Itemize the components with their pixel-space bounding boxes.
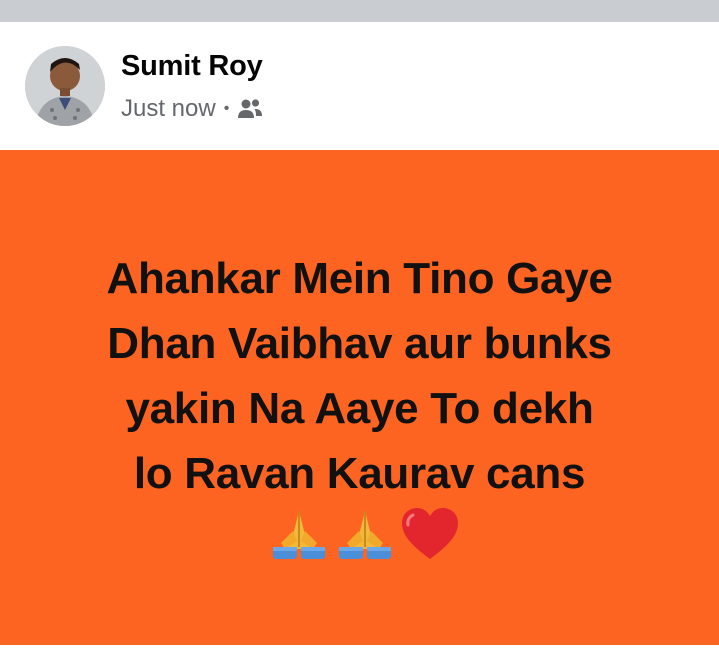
meta-separator: • bbox=[223, 100, 230, 117]
post-text-line: lo Ravan Kaurav cans bbox=[133, 449, 586, 498]
post-text-line: Dhan Vaibhav aur bunks bbox=[107, 319, 612, 368]
folded-hands-icon bbox=[267, 505, 331, 563]
post-text-line: yakin Na Aaye To dekh bbox=[125, 384, 594, 433]
top-divider bbox=[0, 0, 719, 22]
post-text-line: Ahankar Mein Tino Gaye bbox=[106, 254, 613, 303]
post-timestamp[interactable]: Just now bbox=[121, 95, 216, 123]
emoji-row bbox=[0, 505, 719, 563]
avatar[interactable] bbox=[25, 46, 105, 126]
post-meta: Just now • bbox=[121, 94, 263, 124]
red-heart-icon bbox=[399, 505, 461, 563]
folded-hands-icon bbox=[333, 505, 397, 563]
post-body: Ahankar Mein Tino Gaye Dhan Vaibhav aur … bbox=[0, 150, 719, 645]
author-name[interactable]: Sumit Roy bbox=[121, 50, 263, 83]
post-text: Ahankar Mein Tino Gaye Dhan Vaibhav aur … bbox=[0, 246, 719, 506]
post-footer bbox=[0, 645, 719, 667]
post-header: Sumit Roy Just now • bbox=[0, 22, 719, 150]
friends-icon[interactable] bbox=[237, 98, 263, 120]
